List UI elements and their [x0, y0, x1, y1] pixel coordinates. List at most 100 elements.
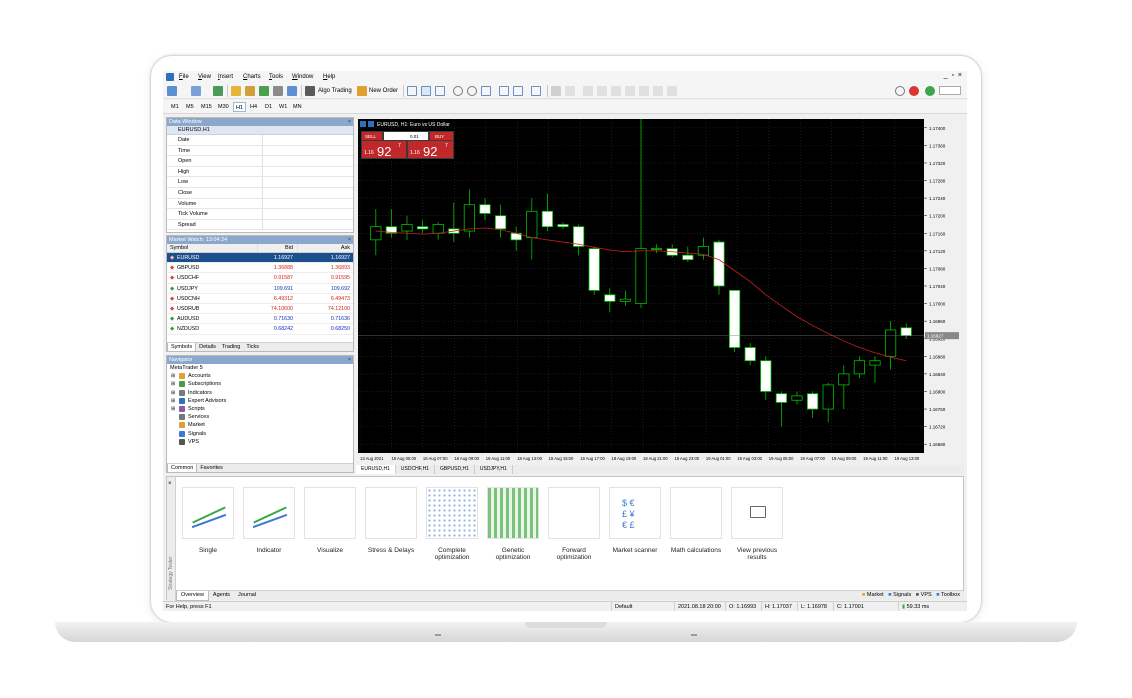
autoscroll-icon[interactable] — [499, 86, 509, 96]
market-icon[interactable] — [259, 86, 269, 96]
market-watch-row[interactable]: ◆ USDJPY 109.691 109.692 — [167, 284, 353, 294]
line-chart-icon[interactable] — [435, 86, 445, 96]
candle-bear[interactable] — [541, 210, 553, 228]
algo-trading-button[interactable]: Algo Trading — [318, 88, 352, 94]
nav-item[interactable]: ⊞ Scripts — [167, 405, 353, 413]
expand-icon[interactable]: ⊞ — [171, 380, 175, 388]
period-d1[interactable]: D1 — [263, 102, 274, 112]
profiles-icon[interactable] — [191, 86, 201, 96]
shapes-icon[interactable] — [667, 86, 677, 96]
tester-card[interactable]: Indicator — [242, 487, 296, 567]
tester-card[interactable]: Visualize — [303, 487, 357, 567]
tester-icon[interactable] — [287, 86, 297, 96]
tester-card[interactable]: Stress & Delays — [364, 487, 418, 567]
new-chart-icon[interactable] — [167, 86, 177, 96]
candle-bear[interactable] — [744, 347, 756, 362]
zoom-in-icon[interactable] — [453, 86, 463, 96]
candle-bear[interactable] — [588, 248, 600, 291]
period-m5[interactable]: M5 — [184, 102, 196, 112]
tab-journal[interactable]: Journal — [234, 591, 260, 600]
tester-card[interactable]: Genetic optimization — [486, 487, 540, 567]
trendline-icon[interactable] — [611, 86, 621, 96]
period-m1[interactable]: M1 — [169, 102, 181, 112]
account-status-icon[interactable] — [925, 86, 935, 96]
nav-item[interactable]: Services — [167, 413, 353, 421]
vertical-line-icon[interactable] — [583, 86, 593, 96]
status-profile[interactable]: Default — [611, 602, 673, 611]
new-order-button[interactable]: New Order — [369, 88, 398, 94]
notifications-icon[interactable] — [909, 86, 919, 96]
market-watch-row[interactable]: ◆ USDCHF 0.91587 0.91595 — [167, 273, 353, 284]
candle-bull[interactable] — [650, 248, 663, 251]
window-controls[interactable]: _ ▫ × — [944, 72, 963, 79]
close-icon[interactable]: × — [348, 236, 351, 244]
market-watch-row[interactable]: ◆ AUDUSD 0.71630 0.71636 — [167, 314, 353, 325]
menu-insert[interactable]: Insert — [218, 74, 233, 80]
period-h4[interactable]: H4 — [248, 102, 259, 112]
navigator-icon[interactable] — [231, 86, 241, 96]
period-m30[interactable]: M30 — [216, 102, 231, 112]
candle-bear[interactable] — [900, 327, 912, 337]
market-watch-row[interactable]: ◆ NZDUSD 0.68242 0.68250 — [167, 324, 353, 335]
chart-tab-usdjpy[interactable]: USDJPY,H1 — [475, 465, 513, 474]
period-h1[interactable]: H1 — [233, 102, 247, 112]
candle-bear[interactable] — [494, 215, 507, 230]
candle-bull[interactable] — [838, 373, 850, 386]
candle-bear[interactable] — [806, 393, 819, 410]
candle-bear[interactable] — [728, 289, 741, 348]
algo-trading-icon[interactable] — [305, 86, 315, 96]
nav-item[interactable]: ⊞ Indicators — [167, 389, 353, 397]
tile-windows-icon[interactable] — [481, 86, 491, 96]
terminal-icon[interactable] — [273, 86, 283, 96]
tab-agents[interactable]: Agents — [209, 591, 234, 600]
expand-icon[interactable]: ⊞ — [171, 372, 175, 380]
expand-icon[interactable]: ⊞ — [171, 397, 175, 405]
candle-bull[interactable] — [401, 224, 413, 232]
tester-card[interactable]: Math calculations — [669, 487, 723, 567]
menu-file[interactable]: File — [179, 74, 189, 80]
tester-card[interactable]: Complete optimization — [425, 487, 479, 567]
tester-card[interactable]: $ € £ ¥ € £ Market scanner — [608, 487, 662, 567]
tab-details[interactable]: Details — [196, 343, 219, 351]
expand-icon[interactable]: ⊞ — [171, 405, 175, 413]
candle-bull[interactable] — [619, 298, 632, 302]
menu-charts[interactable]: Charts — [243, 74, 261, 80]
nav-item[interactable]: ⊞ Subscriptions — [167, 380, 353, 388]
period-w1[interactable]: W1 — [277, 102, 289, 112]
candle-bull[interactable] — [885, 329, 897, 357]
status-ping-cell[interactable]: ▮ 59.33 ms — [898, 602, 967, 611]
period-m15[interactable]: M15 — [199, 102, 214, 112]
candle-bear[interactable] — [775, 393, 788, 403]
chart-window[interactable]: 1.17400 1.17360 1.17320 1.17280 1.17240 1.172… — [356, 117, 964, 473]
col-symbol[interactable]: Symbol — [170, 244, 188, 253]
horizontal-line-icon[interactable] — [597, 86, 607, 96]
search-icon[interactable] — [895, 86, 905, 96]
candle-bear[interactable] — [417, 226, 429, 230]
period-mn[interactable]: MN — [291, 102, 304, 112]
candle-bear[interactable] — [604, 294, 616, 302]
indicators-icon[interactable] — [531, 86, 541, 96]
candle-bear[interactable] — [760, 360, 772, 392]
candle-bull[interactable] — [791, 395, 803, 401]
tab-favorites[interactable]: Favorites — [197, 464, 226, 472]
bar-chart-icon[interactable] — [407, 86, 417, 96]
market-watch-icon[interactable] — [213, 86, 223, 96]
market-watch-row[interactable]: ◆ GBPUSD 1.36888 1.36893 — [167, 263, 353, 274]
tester-card[interactable]: View previous results — [730, 487, 784, 567]
nav-item[interactable]: ⊞ Accounts — [167, 372, 353, 380]
menu-window[interactable]: Window — [292, 74, 313, 80]
tester-card[interactable]: Forward optimization — [547, 487, 601, 567]
tab-trading[interactable]: Trading — [219, 343, 243, 351]
chart-tab-eurusd[interactable]: EURUSD,H1 — [356, 465, 396, 474]
candle-bull[interactable] — [822, 384, 834, 410]
tab-ticks[interactable]: Ticks — [243, 343, 262, 351]
candle-bear[interactable] — [557, 224, 569, 228]
candle-bear[interactable] — [682, 254, 694, 261]
expand-icon[interactable]: ⊞ — [171, 389, 175, 397]
market-watch-row[interactable]: ◆ EURUSD 1.16927 1.16927 — [167, 253, 353, 264]
chart-shift-icon[interactable] — [513, 86, 523, 96]
fibonacci-icon[interactable] — [639, 86, 649, 96]
new-order-icon[interactable] — [357, 86, 367, 96]
candle-bear[interactable] — [713, 241, 725, 287]
candlestick-chart[interactable]: 1.17400 1.17360 1.17320 1.17280 1.17240 1.172… — [356, 117, 964, 465]
